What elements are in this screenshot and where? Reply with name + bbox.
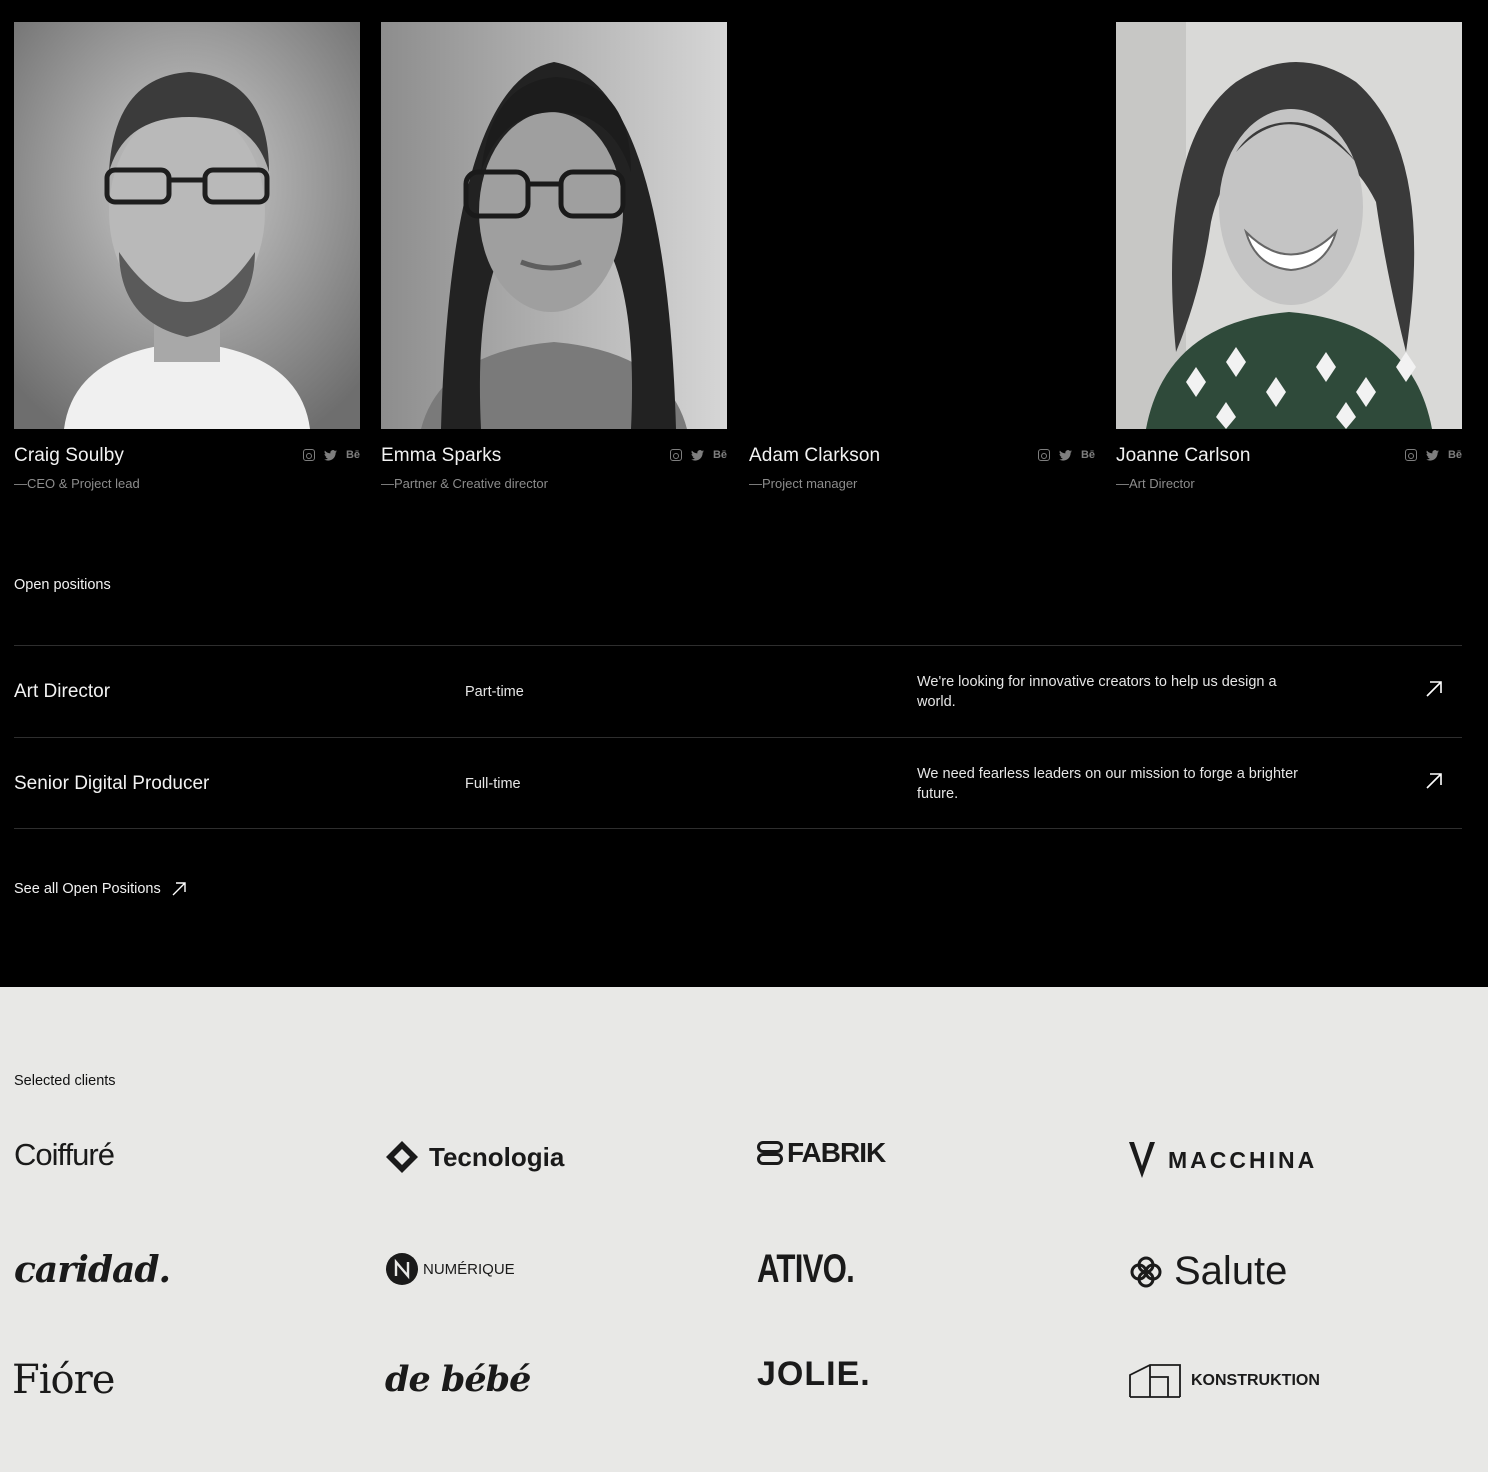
arrow-up-right-icon[interactable] (1424, 679, 1444, 699)
client-logo-caridad: caridad. (14, 1249, 171, 1291)
instagram-icon[interactable] (1037, 449, 1050, 461)
see-all-positions-link[interactable]: See all Open Positions (14, 881, 187, 897)
team-member-card: Joanne Carlson —Art Director Bē (1116, 22, 1462, 491)
member-photo (14, 22, 360, 429)
see-all-label: See all Open Positions (14, 881, 161, 897)
behance-icon[interactable]: Bē (1081, 449, 1095, 461)
tecnologia-mark-icon (386, 1141, 418, 1173)
client-logo-salute: Salute (1128, 1249, 1287, 1294)
member-photo (1116, 22, 1462, 429)
member-role: —Project manager (749, 476, 858, 491)
member-photo (749, 22, 1095, 429)
member-name: Craig Soulby (14, 445, 124, 466)
instagram-icon[interactable] (669, 449, 682, 461)
member-role: —Partner & Creative director (381, 476, 548, 491)
position-type: Full-time (465, 776, 521, 792)
instagram-icon[interactable] (1404, 449, 1417, 461)
member-socials: Bē (1404, 449, 1462, 461)
team-member-card: Adam Clarkson —Project manager Bē (749, 22, 1095, 491)
member-photo (381, 22, 727, 429)
member-name: Adam Clarkson (749, 445, 881, 466)
member-name: Joanne Carlson (1116, 445, 1251, 466)
member-socials: Bē (1037, 449, 1095, 461)
client-logo-jolie: JOLIE. (757, 1355, 871, 1393)
twitter-icon[interactable] (1058, 449, 1072, 461)
fabrik-mark-icon (757, 1141, 783, 1165)
client-logo-tecnologia: Tecnologia (385, 1140, 564, 1174)
position-title: Art Director (14, 681, 111, 702)
client-logo-de-bebe: de bébé (385, 1359, 531, 1400)
open-positions-heading: Open positions (14, 577, 111, 593)
twitter-icon[interactable] (1425, 449, 1439, 461)
position-row[interactable]: Art Director Part-time We're looking for… (14, 645, 1462, 737)
konstruktion-mark-icon (1129, 1364, 1181, 1398)
position-type: Part-time (465, 684, 524, 700)
arrow-up-right-icon[interactable] (1424, 771, 1444, 791)
client-logo-macchina: MACCHINA (1128, 1141, 1317, 1179)
member-socials: Bē (669, 449, 727, 461)
twitter-icon[interactable] (690, 449, 704, 461)
position-title: Senior Digital Producer (14, 773, 210, 794)
macchina-mark-icon (1129, 1142, 1155, 1178)
client-logo-fiore: Fióre (12, 1357, 115, 1403)
client-logo-coiffure: Coiffuré (14, 1137, 115, 1172)
team-member-card: Craig Soulby —CEO & Project lead Bē (14, 22, 360, 491)
selected-clients-heading: Selected clients (14, 1073, 116, 1089)
member-role: —Art Director (1116, 476, 1195, 491)
position-description: We're looking for innovative creators to… (917, 674, 1277, 710)
client-logo-numerique: NUMÉRIQUE (385, 1252, 515, 1286)
client-logo-ativo: ATIVO. (757, 1247, 855, 1291)
position-description: We need fearless leaders on our mission … (917, 766, 1298, 802)
member-role: —CEO & Project lead (14, 476, 140, 491)
position-row[interactable]: Senior Digital Producer Full-time We nee… (14, 737, 1462, 829)
salute-mark-icon (1130, 1256, 1162, 1287)
behance-icon[interactable]: Bē (713, 449, 727, 461)
numerique-mark-icon (386, 1253, 418, 1285)
twitter-icon[interactable] (323, 449, 337, 461)
behance-icon[interactable]: Bē (346, 449, 360, 461)
clients-section: Selected clients Coiffuré Tecnologia FAB… (0, 987, 1488, 1472)
behance-icon[interactable]: Bē (1448, 449, 1462, 461)
positions-list: Art Director Part-time We're looking for… (14, 645, 1462, 829)
instagram-icon[interactable] (302, 449, 315, 461)
client-logo-fabrik: FABRIK (757, 1137, 886, 1169)
member-socials: Bē (302, 449, 360, 461)
team-member-card: Emma Sparks —Partner & Creative director… (381, 22, 727, 491)
arrow-up-right-icon (172, 882, 186, 896)
member-name: Emma Sparks (381, 445, 502, 466)
team-section: Craig Soulby —CEO & Project lead Bē Emma… (0, 0, 1488, 987)
client-logo-konstruktion: KONSTRUKTION (1128, 1363, 1320, 1399)
